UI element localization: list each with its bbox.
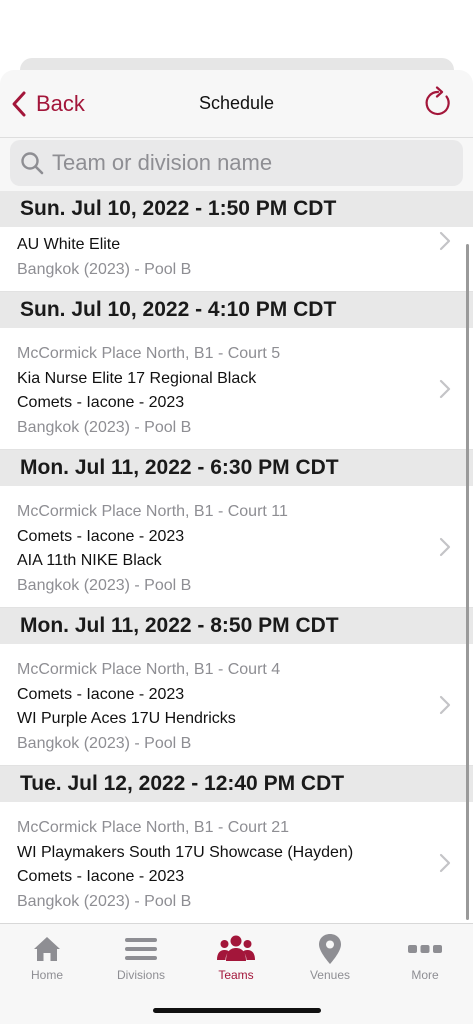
tab-label: Divisions bbox=[116, 968, 165, 982]
section-header: Sun. Jul 10, 2022 - 4:10 PM CDT bbox=[0, 292, 473, 328]
tab-label: Venues bbox=[309, 968, 351, 982]
page-title: Schedule bbox=[198, 93, 275, 113]
tab-home[interactable]: Home bbox=[0, 932, 94, 992]
team-1: Comets - Iacone - 2023 bbox=[17, 685, 185, 703]
game-row[interactable]: McCormick Place North, B1 - Court 21 WI … bbox=[0, 802, 473, 923]
division-pool: Bangkok (2023) - Pool B bbox=[17, 734, 192, 752]
chevron-right-icon bbox=[439, 695, 451, 714]
game-row[interactable]: McCormick Place North, B1 - Court 4 Come… bbox=[0, 644, 473, 766]
chevron-right-icon bbox=[439, 231, 451, 251]
tab-divisions[interactable]: Divisions bbox=[94, 932, 188, 992]
game-row[interactable]: AU White Elite Bangkok (2023) - Pool B bbox=[0, 227, 473, 292]
team-2: Comets - Iacone - 2023 bbox=[17, 868, 185, 885]
schedule-list[interactable]: Sun. Jul 10, 2022 - 1:50 PM CDT AU White… bbox=[0, 191, 473, 923]
location-pin-icon bbox=[319, 934, 341, 964]
list-icon bbox=[125, 938, 157, 960]
section-header: Sun. Jul 10, 2022 - 1:50 PM CDT bbox=[0, 191, 473, 227]
venue-court: McCormick Place North, B1 - Court 5 bbox=[17, 345, 281, 362]
refresh-icon[interactable] bbox=[421, 86, 455, 120]
team-1: WI Playmakers South 17U Showcase (Hayden… bbox=[17, 843, 354, 861]
search-icon bbox=[21, 152, 44, 175]
division-pool: Bangkok (2023) - Pool B bbox=[17, 260, 192, 278]
venue-court: McCormick Place North, B1 - Court 11 bbox=[17, 503, 288, 520]
tab-label: Teams bbox=[218, 968, 254, 982]
tab-teams[interactable]: Teams bbox=[189, 932, 283, 992]
team-2: Comets - Iacone - 2023 bbox=[17, 394, 185, 411]
team-2: WI Purple Aces 17U Hendricks bbox=[17, 710, 236, 727]
team-1: Kia Nurse Elite 17 Regional Black bbox=[17, 369, 257, 387]
home-icon bbox=[34, 937, 60, 961]
venue-court: McCormick Place North, B1 - Court 21 bbox=[17, 819, 290, 836]
search-bar bbox=[0, 138, 473, 191]
division-pool: Bangkok (2023) - Pool B bbox=[17, 892, 192, 910]
division-pool: Bangkok (2023) - Pool B bbox=[17, 576, 192, 594]
chevron-right-icon bbox=[439, 379, 451, 398]
chevron-right-icon bbox=[439, 853, 451, 872]
navigation-bar: Back Schedule bbox=[0, 70, 473, 138]
team-1: AU White Elite bbox=[17, 236, 121, 253]
ellipsis-icon bbox=[408, 945, 442, 953]
search-input[interactable] bbox=[52, 150, 452, 176]
section-header: Mon. Jul 11, 2022 - 6:30 PM CDT bbox=[0, 450, 473, 486]
tab-label: More bbox=[411, 968, 439, 982]
tab-more[interactable]: More bbox=[378, 932, 472, 992]
game-row[interactable]: McCormick Place North, B1 - Court 11 Com… bbox=[0, 486, 473, 608]
team-1: Comets - Iacone - 2023 bbox=[17, 527, 185, 545]
division-pool: Bangkok (2023) - Pool B bbox=[17, 418, 192, 436]
team-2: AIA 11th NIKE Black bbox=[17, 552, 162, 569]
venue-court: McCormick Place North, B1 - Court 4 bbox=[17, 661, 281, 678]
section-header: Tue. Jul 12, 2022 - 12:40 PM CDT bbox=[0, 766, 473, 802]
tab-label: Home bbox=[30, 968, 63, 982]
tab-venues[interactable]: Venues bbox=[283, 932, 377, 992]
section-header: Mon. Jul 11, 2022 - 8:50 PM CDT bbox=[0, 608, 473, 644]
people-icon bbox=[217, 935, 255, 961]
home-indicator bbox=[153, 1008, 321, 1013]
scrollbar[interactable] bbox=[466, 244, 469, 920]
chevron-right-icon bbox=[439, 537, 451, 556]
search-field[interactable] bbox=[10, 140, 463, 186]
game-row[interactable]: McCormick Place North, B1 - Court 5 Kia … bbox=[0, 328, 473, 450]
